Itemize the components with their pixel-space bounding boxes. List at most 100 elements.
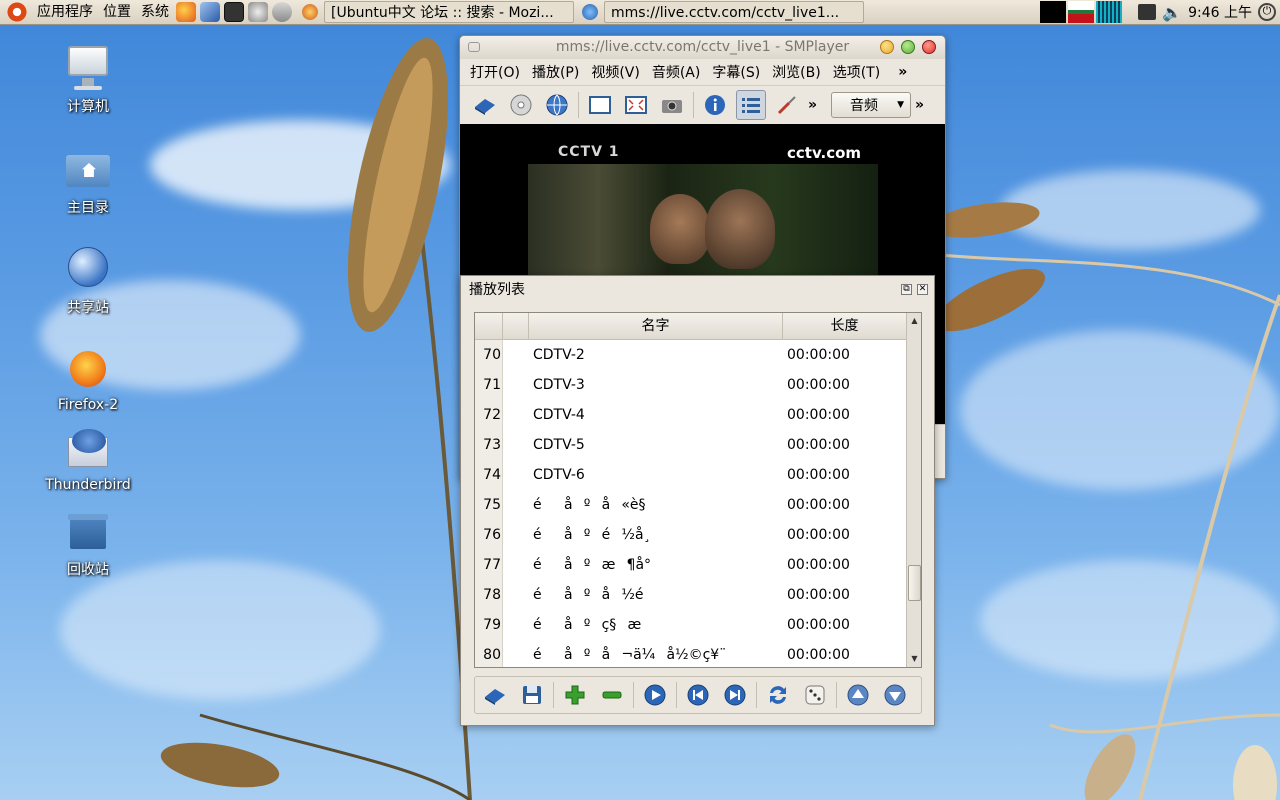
close-button[interactable] [922,40,936,54]
menu-audio[interactable]: 音频(A) [646,62,707,82]
preferences-button[interactable] [772,90,802,120]
open-disc-button[interactable] [506,90,536,120]
taskbar-item-firefox[interactable]: [Ubuntu中文 论坛 :: 搜索 - Mozi... [324,1,574,23]
header-length[interactable]: 长度 [783,313,906,340]
playlist-move-down-button[interactable] [879,679,911,711]
disk-launcher-icon[interactable] [272,2,292,22]
smplayer-titlebar[interactable]: mms://live.cctv.com/cctv_live1 - SMPlaye… [460,36,945,59]
menu-places[interactable]: 位置 [98,0,136,25]
menu-open[interactable]: 打开(O) [464,62,526,82]
memory-monitor-icon[interactable] [1068,1,1095,23]
table-row[interactable]: 71 CDTV-3 00:00:00 [475,370,906,400]
row-number: 77 [483,557,501,573]
desktop-icon-firefox[interactable]: Firefox-2 [38,345,138,413]
playlist-add-button[interactable] [559,679,591,711]
desktop-icon-computer[interactable]: 计算机 [38,44,138,116]
open-url-button[interactable] [542,90,572,120]
playlist-previous-button[interactable] [682,679,714,711]
menu-subtitles[interactable]: 字幕(S) [706,62,766,82]
playlist-move-up-button[interactable] [842,679,874,711]
desktop-icon-home[interactable]: 主目录 [38,145,138,217]
table-row[interactable]: 78 éåºå½é 00:00:00 [475,580,906,610]
smplayer-menubar: 打开(O) 播放(P) 视频(V) 音频(A) 字幕(S) 浏览(B) 选项(T… [460,59,945,85]
menu-video[interactable]: 视频(V) [585,62,646,82]
desktop-icon-trash[interactable]: 回收站 [38,507,138,579]
network-tray-icon[interactable] [1138,4,1157,20]
menu-options[interactable]: 选项(T) [827,62,886,82]
table-row[interactable]: 79 éåºç§æ 00:00:00 [475,610,906,640]
window-menu-icon[interactable] [468,42,480,52]
minimize-button[interactable] [880,40,894,54]
close-icon[interactable]: ✕ [917,284,928,295]
terminal-launcher-icon[interactable] [224,2,244,22]
taskbar-item-smplayer[interactable]: mms://live.cctv.com/cctv_live1... [604,1,864,23]
playlist-button[interactable] [736,89,766,120]
table-row[interactable]: 72 CDTV-4 00:00:00 [475,400,906,430]
trash-icon [64,507,112,555]
toolbar-overflow-button-2[interactable]: » [915,97,924,113]
playlist-save-button[interactable] [516,679,548,711]
table-row[interactable]: 75 éåºå«è§ 00:00:00 [475,490,906,520]
firefox-launcher-icon[interactable] [176,2,196,22]
table-row[interactable]: 70 CDTV-2 00:00:00 [475,340,906,370]
desktop-icon-label: Thunderbird [45,477,131,493]
firefox-icon [64,345,112,393]
camera-icon [662,99,682,113]
playlist-titlebar[interactable]: 播放列表 ⧉ ✕ [461,276,934,304]
table-row[interactable]: 80 éåºå¬ä¼å½©ç¥¨ 00:00:00 [475,640,906,667]
clock[interactable]: 9:46 上午 [1182,2,1258,22]
menu-system[interactable]: 系统 [136,0,174,25]
desktop-icon-network[interactable]: 共享站 [38,245,138,317]
toolbar-separator [633,682,634,708]
row-name: CDTV-2 [533,347,585,363]
row-length: 00:00:00 [787,377,850,393]
table-row[interactable]: 76 éåºé½å¸ 00:00:00 [475,520,906,550]
ubuntu-logo-icon[interactable] [6,1,28,23]
table-row[interactable]: 73 CDTV-5 00:00:00 [475,430,906,460]
arrow-down-icon [884,684,906,706]
playlist-next-button[interactable] [719,679,751,711]
menu-overflow-button[interactable]: » [892,64,913,80]
info-button[interactable] [700,90,730,120]
playlist-play-button[interactable] [639,679,671,711]
scrollbar-thumb[interactable] [908,565,921,601]
network-monitor-icon[interactable] [1096,1,1123,23]
header-name[interactable]: 名字 [529,313,783,340]
header-number[interactable] [475,313,503,340]
scroll-down-arrow[interactable]: ▼ [908,652,921,666]
compact-mode-button[interactable] [585,90,615,120]
settings-launcher-icon[interactable] [248,2,268,22]
cpu-monitor-icon[interactable] [1040,1,1067,23]
menu-applications[interactable]: 应用程序 [32,0,98,25]
row-name: CDTV-6 [533,467,585,483]
audio-track-select[interactable]: 音频 ▼ [831,91,912,118]
thunderbird-launcher-icon[interactable] [200,2,220,22]
playlist-scrollbar[interactable]: ▲ ▼ [906,313,921,667]
volume-icon[interactable]: 🔈 [1162,3,1182,22]
menu-browse[interactable]: 浏览(B) [766,62,827,82]
toolbar-overflow-button[interactable]: » [808,97,817,113]
scroll-up-arrow[interactable]: ▲ [908,314,921,328]
header-icon[interactable] [503,313,529,340]
shutdown-icon[interactable]: ⏻ [1258,3,1276,21]
screenshot-button[interactable] [657,90,687,120]
thunderbird-icon [64,425,112,473]
toolbar-separator [578,91,579,118]
table-row[interactable]: 74 CDTV-6 00:00:00 [475,460,906,490]
fullscreen-button[interactable] [621,90,651,120]
float-button[interactable]: ⧉ [901,284,912,295]
playlist-open-button[interactable] [479,679,511,711]
table-row[interactable]: 77 éåºæ¶å° 00:00:00 [475,550,906,580]
row-number: 72 [483,407,501,423]
open-file-button[interactable] [470,90,500,120]
skip-next-icon [724,684,746,706]
maximize-button[interactable] [901,40,915,54]
desktop-icon-thunderbird[interactable]: Thunderbird [38,425,138,493]
row-length: 00:00:00 [787,527,850,543]
disc-icon [510,94,532,115]
menu-play[interactable]: 播放(P) [526,62,585,82]
playlist-shuffle-button[interactable] [799,679,831,711]
playlist-repeat-button[interactable] [762,679,794,711]
row-number: 70 [483,347,501,363]
playlist-remove-button[interactable] [596,679,628,711]
